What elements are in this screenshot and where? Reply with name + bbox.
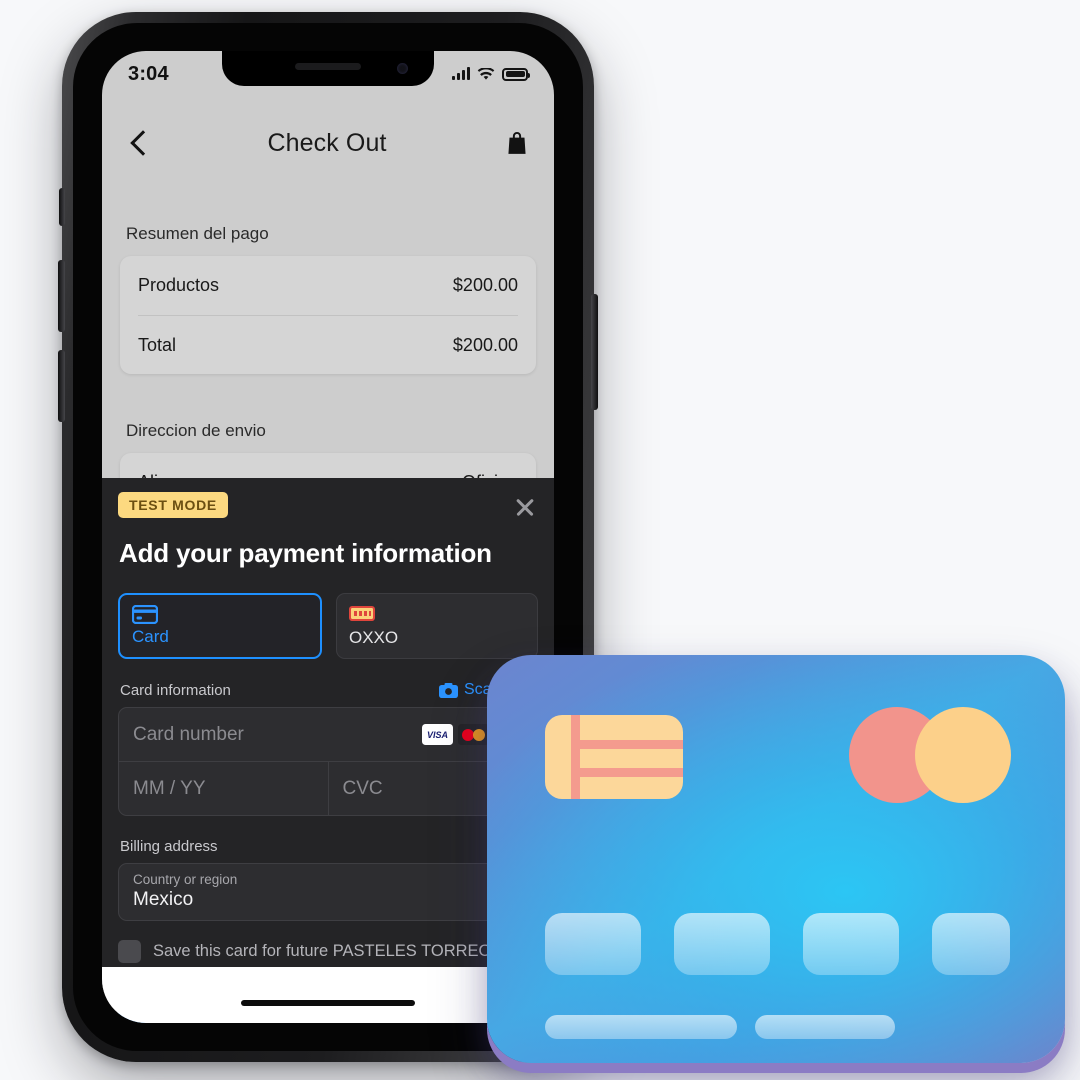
tab-oxxo[interactable]: OXXO xyxy=(336,593,538,659)
summary-row-productos: Productos $200.00 xyxy=(138,256,518,315)
card-detail-bar xyxy=(755,1015,895,1039)
card-information-label: Card information xyxy=(120,681,231,699)
visa-icon: VISA xyxy=(422,724,453,745)
payment-summary-panel: Productos $200.00 Total $200.00 xyxy=(120,256,536,374)
credit-card-icon xyxy=(132,605,158,624)
section-label-direccion: Direccion de envio xyxy=(126,421,266,440)
mastercard-circles-icon xyxy=(849,707,1011,803)
card-number-input[interactable]: Card number xyxy=(119,708,422,761)
oxxo-voucher-icon xyxy=(349,606,375,621)
card-number-block xyxy=(674,913,770,975)
card-chip-icon xyxy=(545,715,683,799)
country-select[interactable]: Country or region Mexico xyxy=(118,863,538,921)
status-indicators xyxy=(452,67,530,81)
card-number-row: Card number VISA AMEX xyxy=(119,708,537,761)
power-button[interactable] xyxy=(591,294,598,410)
screenshot-stage: 3:04 Check Out Resumen del pago Producto… xyxy=(0,0,1080,1080)
sheet-header: TEST MODE xyxy=(118,478,538,520)
home-indicator[interactable] xyxy=(241,1000,415,1006)
card-number-block xyxy=(803,913,899,975)
close-icon[interactable] xyxy=(512,494,538,520)
save-card-row[interactable]: Save this card for future PASTELES TORRE… xyxy=(118,940,554,963)
row-value: $200.00 xyxy=(452,275,518,295)
earpiece-speaker xyxy=(295,63,361,70)
sheet-title: Add your payment information xyxy=(119,538,492,568)
cellular-bars-icon xyxy=(452,67,470,80)
silence-switch[interactable] xyxy=(59,188,65,226)
app-navigation-bar: Check Out xyxy=(102,109,554,177)
tab-card[interactable]: Card xyxy=(118,593,322,659)
notch xyxy=(222,51,434,86)
wifi-icon xyxy=(477,67,495,80)
battery-icon xyxy=(502,67,530,81)
summary-row-total: Total $200.00 xyxy=(138,315,518,374)
country-field-label: Country or region xyxy=(133,872,238,887)
card-number-block xyxy=(932,913,1010,975)
tab-label: OXXO xyxy=(349,628,399,647)
expiry-input[interactable]: MM / YY xyxy=(119,762,328,815)
row-label: Productos xyxy=(138,275,220,295)
checkbox-unchecked-icon[interactable] xyxy=(118,940,141,963)
camera-icon xyxy=(438,682,458,698)
tab-label: Card xyxy=(132,627,169,646)
billing-address-label: Billing address xyxy=(120,838,218,855)
status-badge: TEST MODE xyxy=(118,492,228,518)
country-value: Mexico xyxy=(133,889,194,910)
credit-card-illustration xyxy=(487,655,1065,1063)
page-title: Check Out xyxy=(267,128,387,157)
card-information-group: Card number VISA AMEX MM / YY CVC xyxy=(118,707,538,816)
payment-method-tabs: Card OXXO xyxy=(118,593,538,659)
front-camera-icon xyxy=(397,63,408,74)
row-label: Total xyxy=(138,334,177,355)
card-detail-bar xyxy=(545,1015,737,1039)
section-label-resumen: Resumen del pago xyxy=(126,224,269,243)
billing-address-label-row: Billing address xyxy=(120,838,536,855)
volume-up-button[interactable] xyxy=(58,260,65,332)
chevron-left-icon[interactable] xyxy=(126,131,150,155)
card-information-label-row: Card information Scan card xyxy=(120,681,536,699)
row-value: $200.00 xyxy=(452,334,518,355)
status-clock: 3:04 xyxy=(128,62,169,85)
shopping-bag-icon[interactable] xyxy=(504,130,530,156)
card-number-block xyxy=(545,913,641,975)
expiry-cvc-row: MM / YY CVC xyxy=(119,761,537,815)
mastercard-icon xyxy=(458,724,489,745)
volume-down-button[interactable] xyxy=(58,350,65,422)
